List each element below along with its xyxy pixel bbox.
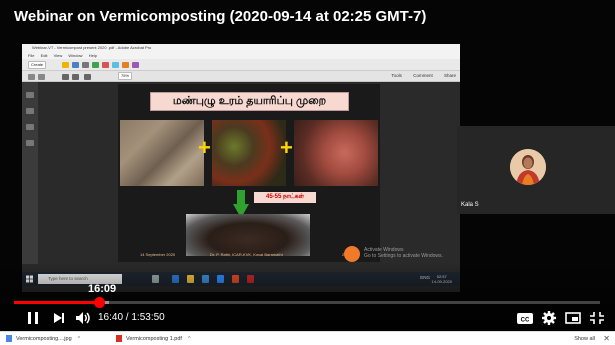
menu-edit[interactable]: Edit — [41, 53, 48, 58]
plus-icon: + — [280, 135, 293, 160]
menu-file[interactable]: File — [28, 53, 34, 58]
app-left-rail — [22, 82, 38, 264]
volume-icon[interactable] — [74, 310, 92, 326]
sign-icon[interactable] — [132, 62, 139, 68]
progress-played — [14, 301, 100, 304]
download-filename: Vermicomposting....jpg — [16, 336, 72, 342]
tab-comment[interactable]: Comment — [413, 73, 433, 78]
app-menu-bar: File Edit View Window Help — [22, 52, 460, 59]
tab-share[interactable]: Share — [444, 73, 456, 78]
show-all-downloads-button[interactable]: Show all — [574, 334, 595, 344]
slide-footer-author: Dr. P. Rathi, ICAR-KVK, Kovai Baramathi — [210, 252, 283, 257]
vermicompost-photo — [186, 214, 310, 256]
chevron-up-icon[interactable]: ^ — [78, 336, 81, 342]
select-tool-icon[interactable] — [62, 74, 69, 80]
bookmarks-icon[interactable] — [26, 108, 34, 114]
svg-text:CC: CC — [521, 318, 530, 324]
slide-footer: 14 September 2020 Dr. P. Rathi, ICAR-KVK… — [118, 252, 380, 260]
red-worms-photo — [294, 120, 378, 186]
screen-share: Webinar-VT - Vermicompost present 2020 .… — [22, 44, 460, 292]
signatures-icon[interactable] — [26, 140, 34, 146]
plus-icon: + — [198, 135, 211, 160]
image-file-icon — [6, 335, 12, 343]
presenter-logo-icon — [344, 246, 360, 262]
menu-view[interactable]: View — [54, 53, 63, 58]
chevron-up-icon[interactable]: ^ — [188, 336, 191, 342]
settings-gear-icon[interactable] — [540, 310, 558, 326]
download-item[interactable]: Vermicomposting 1.pdf ^ — [116, 334, 191, 344]
app-title-bar: Webinar-VT - Vermicompost present 2020 .… — [22, 44, 460, 52]
download-item[interactable]: Vermicomposting....jpg ^ — [6, 334, 80, 344]
duration-label: 45-55 நாட்கள் — [254, 192, 316, 203]
print-icon[interactable] — [82, 62, 89, 68]
participant-video-tile: Kala S — [457, 126, 615, 214]
video-player[interactable]: Webinar on Vermicomposting (2020-09-14 a… — [0, 0, 615, 331]
participant-name: Kala S — [461, 202, 479, 208]
pdf-slide: மண்புழு உரம் தயாரிப்பு முறை + + 45-55 நா… — [118, 84, 380, 262]
create-button[interactable]: Create — [28, 61, 47, 69]
activate-windows-watermark: Activate Windows Go to Settings to activ… — [364, 247, 443, 259]
captions-icon[interactable]: CC — [516, 310, 534, 326]
folder-icon[interactable] — [62, 62, 69, 68]
close-icon[interactable]: ✕ — [603, 333, 610, 344]
menu-help[interactable]: Help — [89, 53, 97, 58]
tab-tools[interactable]: Tools — [391, 73, 402, 78]
app-navigation-toolbar: 75% Tools Comment Share — [22, 71, 460, 82]
pdf-file-icon — [116, 335, 122, 343]
slide-title: மண்புழு உரம் தயாரிப்பு முறை — [150, 92, 349, 111]
participant-avatar — [510, 149, 546, 185]
prev-page-icon[interactable] — [28, 74, 35, 80]
page-thumbnails-icon[interactable] — [26, 92, 34, 98]
zoom-level-field[interactable]: 75% — [118, 72, 133, 80]
watermark-line-2: Go to Settings to activate Windows. — [364, 253, 443, 259]
next-video-icon[interactable] — [50, 310, 68, 326]
attachments-icon[interactable] — [26, 124, 34, 130]
pause-icon[interactable] — [24, 310, 42, 326]
miniplayer-icon[interactable] — [564, 310, 582, 326]
exit-fullscreen-icon[interactable] — [588, 310, 606, 326]
next-page-icon[interactable] — [38, 74, 45, 80]
video-title: Webinar on Vermicomposting (2020-09-14 a… — [14, 8, 427, 25]
comment-icon[interactable] — [112, 62, 119, 68]
menu-window[interactable]: Window — [68, 53, 82, 58]
zoom-out-icon[interactable] — [84, 74, 91, 80]
download-filename: Vermicomposting 1.pdf — [126, 336, 182, 342]
time-display: 16:40 / 1:53:50 — [98, 312, 165, 323]
stamp-icon[interactable] — [122, 62, 129, 68]
hover-time-tooltip: 16:09 — [88, 283, 117, 295]
app-toolbar: Create — [22, 59, 460, 71]
email-icon[interactable] — [92, 62, 99, 68]
earthworms-photo — [120, 120, 204, 186]
hand-tool-icon[interactable] — [72, 74, 79, 80]
slide-footer-date: 14 September 2020 — [140, 252, 176, 257]
organic-waste-photo — [212, 120, 286, 186]
download-shelf: Vermicomposting....jpg ^ Vermicomposting … — [0, 331, 615, 345]
person-silhouette-icon — [510, 149, 546, 185]
save-icon[interactable] — [72, 62, 79, 68]
app-right-tabs: Tools Comment Share — [381, 73, 456, 78]
share-icon[interactable] — [102, 62, 109, 68]
